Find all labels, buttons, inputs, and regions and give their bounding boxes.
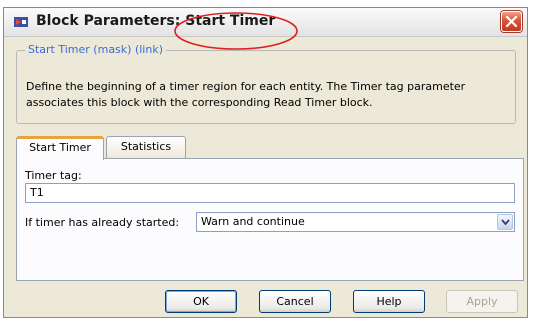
timer-started-value: Warn and continue [201,215,305,228]
dropdown-arrow-button[interactable] [497,214,513,230]
tab-panel-start-timer: Timer tag: T1 If timer has already start… [16,158,524,281]
timer-tag-input[interactable]: T1 [25,183,515,203]
block-parameters-dialog: Block Parameters: Start Timer Start Time… [3,7,528,318]
mask-description-group: Start Timer (mask) (link) Define the beg… [16,43,516,124]
cancel-button[interactable]: Cancel [259,290,331,313]
timer-started-select[interactable]: Warn and continue [196,212,515,232]
timer-started-label: If timer has already started: [25,216,180,229]
timer-tag-label: Timer tag: [25,169,82,182]
apply-button[interactable]: Apply [446,290,518,313]
window-title: Block Parameters: Start Timer [36,13,276,29]
tab-start-timer[interactable]: Start Timer [16,136,104,160]
tab-statistics[interactable]: Statistics [106,136,186,159]
chevron-down-icon [501,219,510,226]
mask-description: Define the beginning of a timer region f… [26,80,466,109]
close-button[interactable] [501,11,522,32]
title-bar[interactable]: Block Parameters: Start Timer [4,8,527,50]
simulink-block-icon [14,17,28,27]
ok-button[interactable]: OK [165,290,237,313]
close-icon [505,15,518,28]
mask-legend[interactable]: Start Timer (mask) (link) [25,43,166,56]
help-button[interactable]: Help [353,290,425,313]
